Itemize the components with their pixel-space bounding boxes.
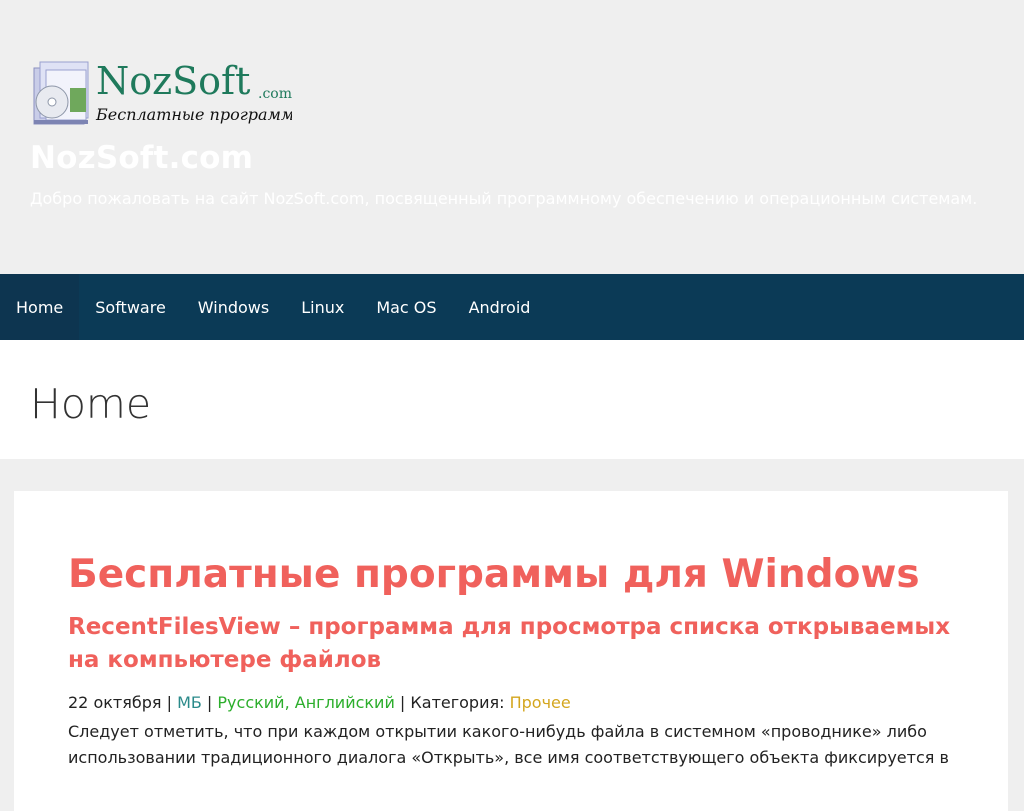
nav-item-home[interactable]: Home	[0, 274, 80, 340]
software-box-icon	[33, 61, 89, 125]
logo-brand: NozSoft	[96, 59, 250, 103]
meta-separator: |	[394, 693, 411, 712]
content-area: Бесплатные программы для Windows RecentF…	[0, 459, 1024, 811]
page-title-band: Home	[0, 340, 1024, 459]
post-category-link[interactable]: Прочее	[510, 693, 571, 712]
post-size: МБ	[177, 693, 202, 712]
post-category-label: Категория:	[410, 693, 510, 712]
logo-domain: .com	[258, 86, 292, 102]
post-excerpt: Следует отметить, что при каждом открыти…	[68, 722, 949, 767]
main-navigation: Home Software Windows Linux Mac OS Andro…	[0, 274, 1024, 340]
site-header: NozSoft .com Бесплатные программы NozSof…	[0, 0, 1024, 274]
nav-item-windows[interactable]: Windows	[182, 274, 285, 340]
site-description: Добро пожаловать на сайт NozSoft.com, по…	[30, 189, 978, 208]
nav-item-android[interactable]: Android	[453, 274, 547, 340]
meta-separator: |	[201, 693, 218, 712]
post-title-link[interactable]: RecentFilesView – программа для просмотр…	[68, 611, 954, 677]
content-card: Бесплатные программы для Windows RecentF…	[14, 491, 1008, 811]
site-logo[interactable]: NozSoft .com Бесплатные программы	[30, 58, 292, 128]
post-meta: 22 октября | МБ | Русский, Английский | …	[68, 691, 954, 715]
post-languages: Русский, Английский	[217, 693, 395, 712]
site-title[interactable]: NozSoft.com	[30, 140, 253, 176]
section-heading: Бесплатные программы для Windows	[68, 552, 920, 597]
nav-item-linux[interactable]: Linux	[285, 274, 360, 340]
meta-separator: |	[161, 693, 178, 712]
nav-item-macos[interactable]: Mac OS	[360, 274, 452, 340]
page-title: Home	[30, 380, 152, 428]
logo-tagline: Бесплатные программы	[95, 105, 292, 124]
nav-item-software[interactable]: Software	[79, 274, 182, 340]
post-date: 22 октября	[68, 693, 162, 712]
